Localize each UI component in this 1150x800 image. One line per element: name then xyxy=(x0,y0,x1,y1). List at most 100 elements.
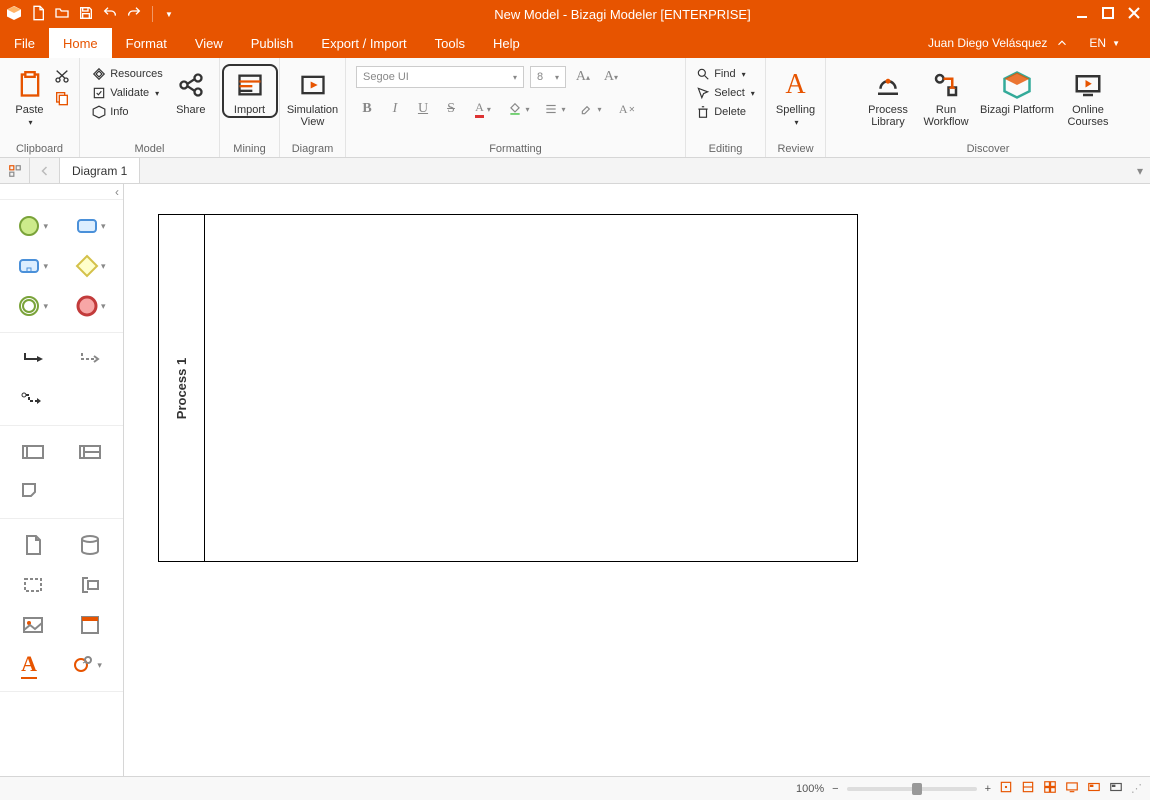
subprocess-icon[interactable]: ▾ xyxy=(17,254,48,278)
pool-title: Process 1 xyxy=(174,357,189,418)
tab-help[interactable]: Help xyxy=(479,28,534,58)
spelling-button[interactable]: A Spelling▾ xyxy=(771,64,821,131)
group-label-review: Review xyxy=(777,143,813,157)
bold-icon[interactable]: B xyxy=(356,98,378,120)
pool-icon[interactable] xyxy=(21,440,45,464)
share-button[interactable]: Share xyxy=(171,64,211,118)
tab-view[interactable]: View xyxy=(181,28,237,58)
view-overview-icon[interactable] xyxy=(1087,780,1101,797)
start-event-icon[interactable]: ▾ xyxy=(17,214,48,238)
copy-icon[interactable] xyxy=(54,90,70,109)
save-icon[interactable] xyxy=(78,5,94,24)
custom-artifact-icon[interactable]: ▾ xyxy=(71,653,102,677)
pool-process-1[interactable]: Process 1 xyxy=(158,214,858,562)
italic-icon[interactable]: I xyxy=(384,98,406,120)
new-file-icon[interactable] xyxy=(30,5,46,24)
data-object-icon[interactable] xyxy=(21,533,45,557)
tab-format[interactable]: Format xyxy=(112,28,181,58)
hint-button[interactable] xyxy=(1138,28,1150,58)
group-label-model: Model xyxy=(135,143,165,157)
language-button[interactable]: EN ▼ xyxy=(1079,28,1126,58)
paste-button[interactable]: Paste▾ xyxy=(10,64,50,131)
gateway-icon[interactable]: ▾ xyxy=(75,254,106,278)
strike-icon[interactable]: S xyxy=(440,98,462,120)
fill-color-button[interactable]: ▾ xyxy=(504,98,534,120)
underline-icon[interactable]: U xyxy=(412,98,434,120)
pool-header[interactable]: Process 1 xyxy=(159,215,205,561)
view-presentation-icon[interactable] xyxy=(1065,780,1079,797)
fit-width-icon[interactable] xyxy=(1021,780,1035,797)
view-bw-icon[interactable] xyxy=(1109,780,1123,797)
tabstrip-back-icon[interactable] xyxy=(30,158,60,183)
tab-publish[interactable]: Publish xyxy=(237,28,308,58)
online-courses-button[interactable]: Online Courses xyxy=(1061,64,1115,130)
tab-tools[interactable]: Tools xyxy=(421,28,479,58)
decrease-font-icon[interactable]: A▾ xyxy=(600,66,622,88)
import-button[interactable]: Import xyxy=(222,64,278,118)
undo-icon[interactable] xyxy=(102,5,118,24)
text-label-icon[interactable]: A xyxy=(21,651,37,679)
user-name: Juan Diego Velásquez xyxy=(928,36,1047,50)
pool-body[interactable] xyxy=(205,215,857,561)
tab-home[interactable]: Home xyxy=(49,28,112,58)
font-size-select[interactable]: 8▾ xyxy=(530,66,566,88)
association-icon[interactable] xyxy=(78,347,102,371)
font-family-select[interactable]: Segoe UI▾ xyxy=(356,66,524,88)
zoom-slider[interactable] xyxy=(847,787,977,791)
select-button[interactable]: Select▾ xyxy=(692,85,759,101)
process-library-button[interactable]: Process Library xyxy=(861,64,915,130)
font-color-button[interactable]: A▾ xyxy=(468,98,498,120)
minimize-icon[interactable] xyxy=(1076,7,1088,22)
resize-grip-icon[interactable]: ⋰ xyxy=(1131,782,1142,795)
qat-dropdown-icon[interactable]: ▼ xyxy=(165,10,173,19)
annotation-icon[interactable] xyxy=(78,573,102,597)
palette-collapse-icon[interactable]: ‹ xyxy=(0,184,123,200)
titlebar: ▼ New Model - Bizagi Modeler [ENTERPRISE… xyxy=(0,0,1150,28)
ribbon: Paste▾ Clipboard Resources Validate▾ Inf… xyxy=(0,58,1150,158)
align-button[interactable]: ▾ xyxy=(540,98,570,120)
resources-button[interactable]: Resources xyxy=(88,66,167,82)
increase-font-icon[interactable]: A▴ xyxy=(572,66,594,88)
close-icon[interactable] xyxy=(1128,7,1140,22)
tab-diagram-1[interactable]: Diagram 1 xyxy=(60,157,140,183)
highlight-button[interactable]: ▾ xyxy=(576,98,606,120)
group-icon[interactable] xyxy=(21,573,45,597)
header-icon[interactable] xyxy=(78,613,102,637)
zoom-in-icon[interactable]: + xyxy=(985,783,991,795)
run-workflow-button[interactable]: Run Workflow xyxy=(919,64,973,130)
validate-button[interactable]: Validate▾ xyxy=(88,85,167,101)
fit-page-icon[interactable] xyxy=(999,780,1013,797)
find-button[interactable]: Find▾ xyxy=(692,66,759,82)
sequence-flow-icon[interactable] xyxy=(21,347,45,371)
window-controls xyxy=(1066,7,1150,22)
info-button[interactable]: Info xyxy=(88,104,167,120)
bizagi-platform-button[interactable]: Bizagi Platform xyxy=(977,64,1057,118)
group-model: Resources Validate▾ Info Share Model xyxy=(80,58,220,157)
image-icon[interactable] xyxy=(21,613,45,637)
simulation-view-button[interactable]: Simulation View xyxy=(286,64,340,130)
maximize-icon[interactable] xyxy=(1102,7,1114,22)
end-event-icon[interactable]: ▾ xyxy=(75,294,106,318)
window-title: New Model - Bizagi Modeler [ENTERPRISE] xyxy=(179,7,1066,22)
user-box[interactable]: Juan Diego Velásquez xyxy=(918,28,1079,58)
tab-export-import[interactable]: Export / Import xyxy=(307,28,420,58)
message-flow-icon[interactable] xyxy=(19,387,43,411)
view-grid-icon[interactable] xyxy=(1043,780,1057,797)
redo-icon[interactable] xyxy=(126,5,142,24)
data-store-icon[interactable] xyxy=(78,533,102,557)
delete-button[interactable]: Delete xyxy=(692,104,759,120)
milestone-icon[interactable] xyxy=(19,480,43,504)
tab-file[interactable]: File xyxy=(0,28,49,58)
zoom-out-icon[interactable]: − xyxy=(832,783,838,795)
intermediate-event-icon[interactable]: ▾ xyxy=(17,294,48,318)
tabstrip-view-icon[interactable] xyxy=(0,158,30,183)
settings-button[interactable] xyxy=(1126,28,1138,58)
clear-format-button[interactable]: A✕ xyxy=(612,98,642,120)
document-tabstrip: Diagram 1 ▾ xyxy=(0,158,1150,184)
diagram-canvas[interactable]: Process 1 xyxy=(124,184,1150,776)
task-icon[interactable]: ▾ xyxy=(75,214,106,238)
open-file-icon[interactable] xyxy=(54,5,70,24)
lane-icon[interactable] xyxy=(78,440,102,464)
tabstrip-options-icon[interactable]: ▾ xyxy=(1130,158,1150,183)
cut-icon[interactable] xyxy=(54,68,70,87)
